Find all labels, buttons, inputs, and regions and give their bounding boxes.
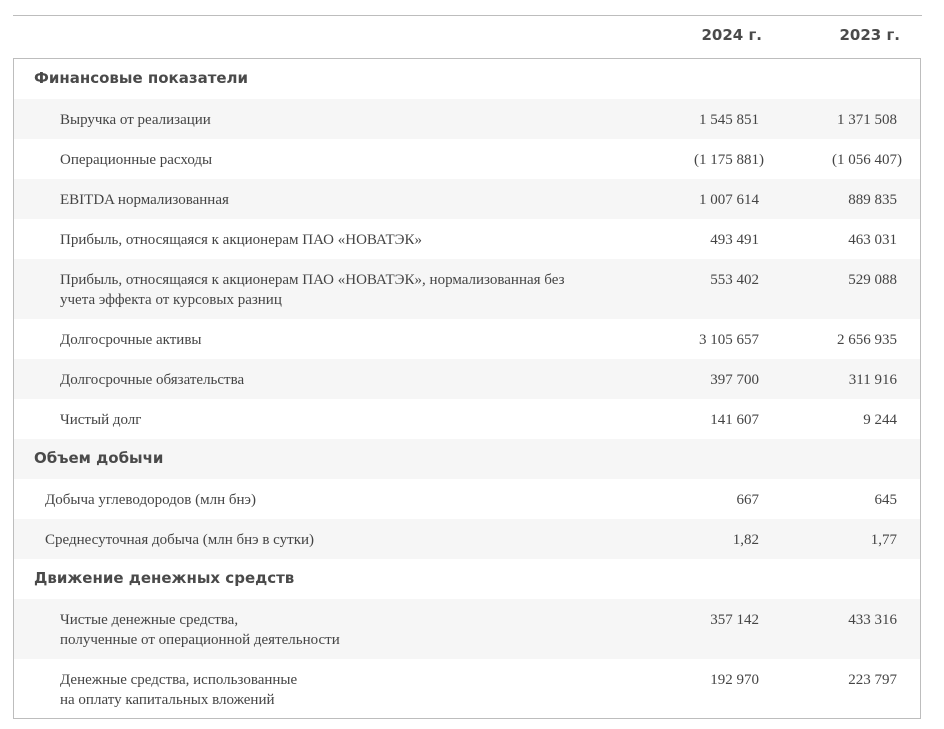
value-2024: 553 402 bbox=[710, 272, 759, 288]
value-2024: (1 175 881) bbox=[694, 152, 764, 168]
value-2024: 357 142 bbox=[710, 612, 759, 628]
row-label-line: Чистые денежные средства, bbox=[60, 612, 239, 628]
section-header-production: Объем добычи bbox=[14, 439, 920, 479]
table-row: Добыча углеводородов (млн бнэ) 667 645 bbox=[14, 479, 920, 519]
row-label-line: полученные от операционной деятельности bbox=[60, 632, 340, 648]
value-2023: 1,77 bbox=[870, 532, 897, 548]
value-2023: 311 916 bbox=[848, 372, 897, 388]
table-row: Чистый долг 141 607 9 244 bbox=[14, 399, 920, 439]
table-row: Среднесуточная добыча (млн бнэ в сутки) … bbox=[14, 519, 920, 559]
section-title: Финансовые показатели bbox=[34, 69, 249, 87]
row-label-line: Прибыль, относящаяся к акционерам ПАО «Н… bbox=[60, 272, 565, 288]
value-2024: 397 700 bbox=[710, 372, 759, 388]
row-label: Долгосрочные обязательства bbox=[60, 372, 245, 388]
value-2023: 529 088 bbox=[848, 272, 897, 288]
row-label-line: учета эффекта от курсовых разниц bbox=[60, 292, 282, 308]
section-header-financial: Финансовые показатели bbox=[14, 59, 920, 99]
value-2023: 2 656 935 bbox=[837, 332, 897, 348]
value-2023: (1 056 407) bbox=[832, 152, 902, 168]
value-2024: 1 545 851 bbox=[699, 112, 759, 128]
row-label: Выручка от реализации bbox=[60, 112, 211, 128]
column-header-2023: 2023 г. bbox=[839, 26, 900, 44]
value-2023: 9 244 bbox=[863, 412, 897, 428]
table-row: Долгосрочные активы 3 105 657 2 656 935 bbox=[14, 319, 920, 359]
value-2023: 463 031 bbox=[848, 232, 897, 248]
table-header: 2024 г. 2023 г. bbox=[13, 16, 922, 58]
value-2024: 493 491 bbox=[710, 232, 759, 248]
value-2023: 1 371 508 bbox=[837, 112, 897, 128]
value-2024: 141 607 bbox=[710, 412, 759, 428]
value-2024: 192 970 bbox=[710, 672, 759, 688]
table-row: Прибыль, относящаяся к акционерам ПАО «Н… bbox=[14, 219, 920, 259]
row-label: Чистый долг bbox=[60, 412, 142, 428]
table-row: EBITDA нормализованная 1 007 614 889 835 bbox=[14, 179, 920, 219]
table-row: Прибыль, относящаяся к акционерам ПАО «Н… bbox=[14, 259, 920, 319]
row-label: EBITDA нормализованная bbox=[60, 192, 229, 208]
row-label: Долгосрочные активы bbox=[60, 332, 202, 348]
value-2023: 433 316 bbox=[848, 612, 897, 628]
table-row: Чистые денежные средства, полученные от … bbox=[14, 599, 920, 659]
table-row: Денежные средства, использованные на опл… bbox=[14, 659, 920, 718]
row-label: Прибыль, относящаяся к акционерам ПАО «Н… bbox=[60, 270, 620, 310]
value-2023: 889 835 bbox=[848, 192, 897, 208]
table-row: Долгосрочные обязательства 397 700 311 9… bbox=[14, 359, 920, 399]
value-2024: 667 bbox=[736, 492, 760, 508]
value-2024: 1 007 614 bbox=[699, 192, 759, 208]
financial-table: Финансовые показатели Выручка от реализа… bbox=[13, 58, 921, 719]
section-title: Объем добычи bbox=[34, 449, 164, 467]
value-2024: 1,82 bbox=[732, 532, 759, 548]
value-2023: 223 797 bbox=[848, 672, 897, 688]
row-label-line: на оплату капитальных вложений bbox=[60, 692, 275, 708]
section-title: Движение денежных средств bbox=[34, 569, 295, 587]
row-label: Прибыль, относящаяся к акционерам ПАО «Н… bbox=[60, 232, 423, 248]
value-2024: 3 105 657 bbox=[699, 332, 759, 348]
row-label: Добыча углеводородов (млн бнэ) bbox=[45, 492, 256, 508]
column-header-2024: 2024 г. bbox=[701, 26, 762, 44]
row-label-line: Денежные средства, использованные bbox=[60, 672, 298, 688]
row-label: Среднесуточная добыча (млн бнэ в сутки) bbox=[45, 532, 315, 548]
table-row: Выручка от реализации 1 545 851 1 371 50… bbox=[14, 99, 920, 139]
section-header-cashflow: Движение денежных средств bbox=[14, 559, 920, 599]
row-label: Операционные расходы bbox=[60, 152, 213, 168]
table-row: Операционные расходы (1 175 881) (1 056 … bbox=[14, 139, 920, 179]
value-2023: 645 bbox=[874, 492, 898, 508]
row-label: Денежные средства, использованные на опл… bbox=[60, 670, 620, 710]
row-label: Чистые денежные средства, полученные от … bbox=[60, 610, 620, 650]
